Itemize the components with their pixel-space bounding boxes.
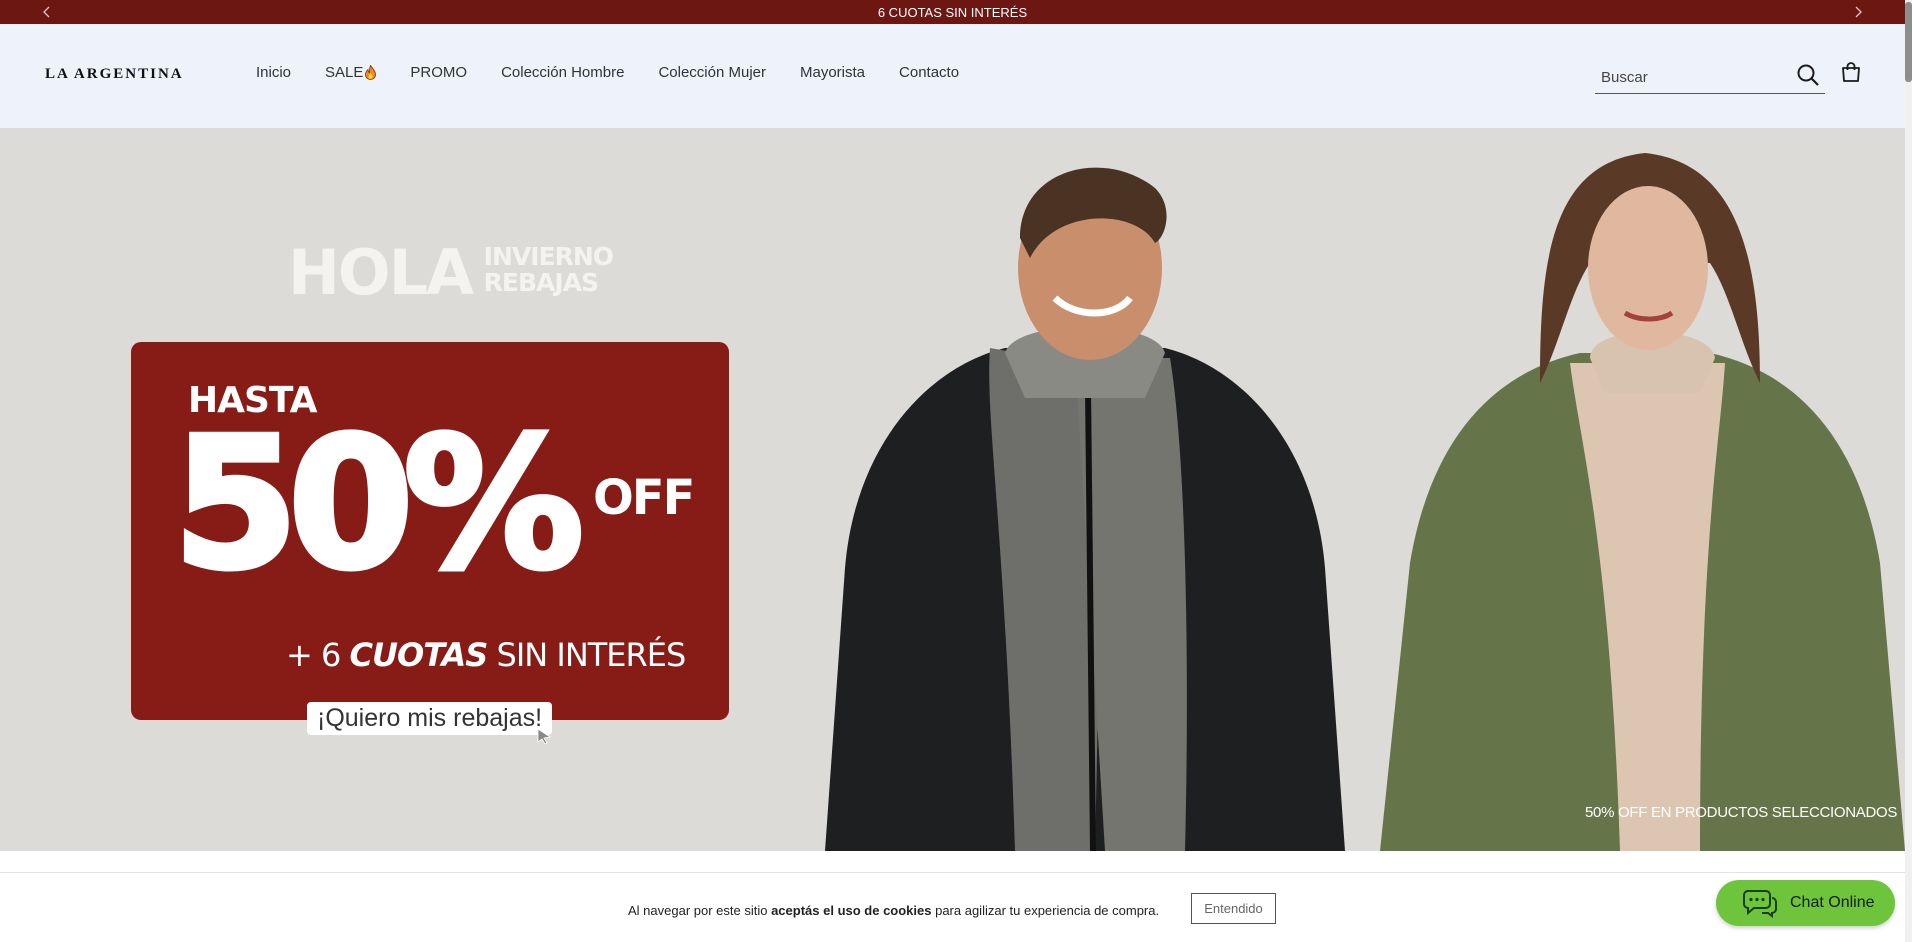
chat-bubbles-icon [1743, 890, 1777, 918]
hero-cta-button[interactable]: ¡Quiero mis rebajas! [307, 702, 553, 735]
hola-subtitle: INVIERNO REBAJAS [483, 242, 614, 297]
chat-online-button[interactable]: Chat Online [1716, 880, 1895, 926]
nav-item-label: Colección Mujer [658, 64, 766, 81]
hero-banner[interactable]: HOLA INVIERNO REBAJAS HASTA 50% OFF + 6 … [0, 128, 1905, 851]
cuotas-bold: CUOTAS [349, 636, 489, 674]
nav-item-sale[interactable]: SALE [325, 64, 377, 81]
pointer-icon [537, 728, 552, 744]
hola-text: HOLA [288, 236, 474, 309]
main-nav: Inicio SALE PROMO Colección Hombre Colec… [256, 64, 993, 81]
nav-item-promo[interactable]: PROMO [410, 64, 467, 81]
nav-item-label: PROMO [410, 64, 468, 81]
search-icon[interactable] [1796, 63, 1824, 91]
promo-percent: 50% [170, 400, 587, 609]
cookie-message: Al navegar por este sitio aceptás el uso… [628, 903, 1159, 918]
page-scrollbar[interactable] [1905, 0, 1912, 942]
nav-item-mayorista[interactable]: Mayorista [800, 64, 865, 81]
search-box [1595, 62, 1825, 94]
flame-icon [365, 64, 377, 80]
cookie-text-before: Al navegar por este sitio [628, 903, 772, 918]
shopping-bag-icon[interactable] [1840, 61, 1868, 89]
chevron-right-icon[interactable] [1846, 0, 1870, 24]
promo-cuotas: + 6 CUOTAS SIN INTERÉS [286, 636, 687, 674]
nav-item-label: Contacto [899, 64, 960, 81]
nav-item-inicio[interactable]: Inicio [256, 64, 291, 81]
cuotas-suffix: SIN INTERÉS [487, 636, 687, 674]
logo[interactable]: LA ARGENTINA [45, 66, 184, 83]
nav-item-label: SALE [325, 64, 364, 81]
promo-box: HASTA 50% OFF + 6 CUOTAS SIN INTERÉS [131, 342, 729, 720]
hero-disclaimer: 50% OFF EN PRODUCTOS SELECCIONADOS [1585, 804, 1898, 821]
cookie-text-bold: aceptás el uso de cookies [771, 903, 932, 918]
hola-subtitle-line-2: REBAJAS [483, 268, 599, 297]
hola-subtitle-line-1: INVIERNO [483, 242, 614, 271]
nav-item-label: Colección Hombre [501, 64, 625, 81]
search-input[interactable] [1601, 64, 1781, 90]
hero-model-woman [1380, 153, 1905, 851]
cookie-bar: Al navegar por este sitio aceptás el uso… [0, 872, 1905, 942]
nav-item-contacto[interactable]: Contacto [899, 64, 959, 81]
scrollbar-thumb[interactable] [1905, 2, 1912, 82]
nav-item-coleccion-mujer[interactable]: Colección Mujer [658, 64, 766, 81]
hero-model-man [825, 167, 1345, 851]
cookie-accept-button[interactable]: Entendido [1191, 893, 1276, 924]
announcement-bar: 6 CUOTAS SIN INTERÉS [0, 0, 1905, 24]
cuotas-prefix: + 6 [286, 636, 350, 674]
cookie-text-after: para agilizar tu experiencia de compra. [931, 903, 1160, 918]
chevron-left-icon[interactable] [35, 0, 59, 24]
chat-label: Chat Online [1790, 894, 1875, 911]
site-header: LA ARGENTINA Inicio SALE PROMO Colección… [0, 24, 1905, 128]
nav-item-coleccion-hombre[interactable]: Colección Hombre [501, 64, 624, 81]
announcement-text: 6 CUOTAS SIN INTERÉS [877, 4, 1028, 20]
promo-off: OFF [593, 470, 695, 526]
nav-item-label: Inicio [256, 64, 292, 81]
nav-item-label: Mayorista [800, 64, 866, 81]
hola-invierno-logo: HOLA INVIERNO REBAJAS [288, 236, 614, 309]
